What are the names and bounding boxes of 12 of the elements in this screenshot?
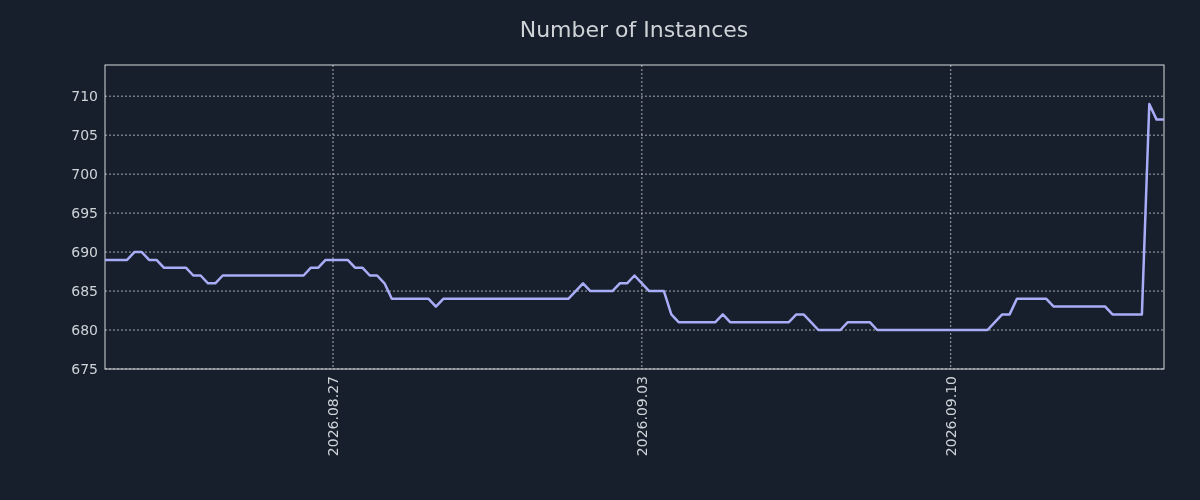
y-tick-label: 685 [71, 283, 98, 300]
chart-title: Number of Instances [519, 17, 749, 42]
y-tick-label: 695 [71, 205, 98, 222]
x-tick-label: 2026.09.10 [942, 376, 959, 457]
y-tick-label: 675 [71, 361, 98, 377]
y-tick-label: 700 [71, 166, 98, 183]
x-tick-label: 2026.08.27 [325, 376, 341, 457]
y-tick-label: 690 [71, 244, 98, 261]
x-tick-label: 2026.09.03 [633, 376, 650, 457]
y-tick-label: 680 [71, 322, 98, 339]
y-tick-label: 710 [71, 88, 98, 105]
y-tick-label: 705 [71, 127, 98, 144]
